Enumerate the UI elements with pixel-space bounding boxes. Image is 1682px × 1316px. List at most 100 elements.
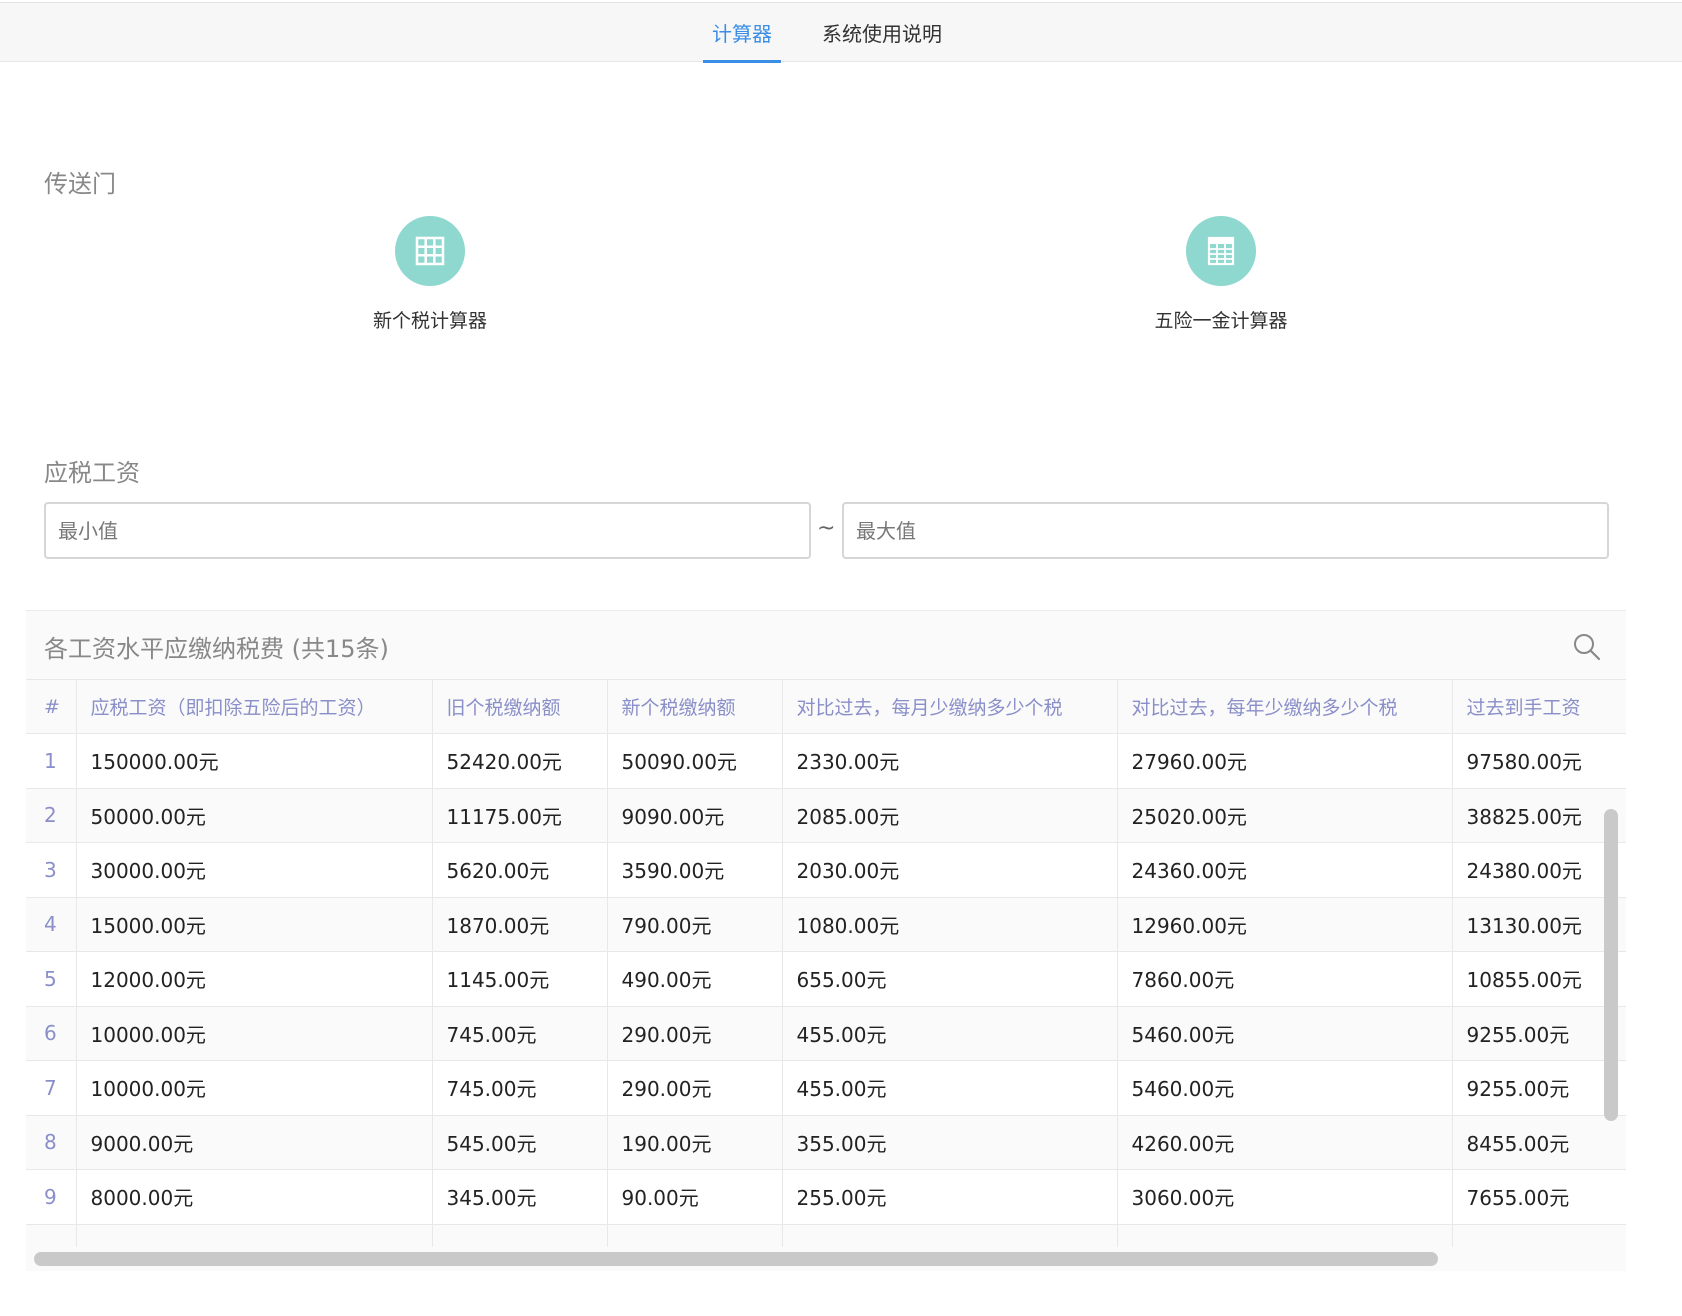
column-header-taxable-salary[interactable]: 应税工资（即扣除五险后的工资） — [76, 679, 433, 734]
horizontal-scrollbar-track — [26, 1247, 1626, 1271]
new-tax-cell — [607, 1224, 783, 1247]
tab-usage-guide[interactable]: 系统使用说明 — [822, 3, 942, 63]
search-icon[interactable] — [1571, 631, 1603, 663]
old-tax-cell: 1145.00元 — [432, 951, 608, 1007]
portal-section-title: 传送门 — [44, 170, 116, 198]
column-header-old-tax[interactable]: 旧个税缴纳额 — [432, 679, 608, 734]
new-tax-cell: 9090.00元 — [607, 788, 783, 843]
min-salary-input[interactable] — [44, 502, 811, 559]
portal-insurance-calculator[interactable]: 五险一金计算器 — [1101, 216, 1341, 333]
monthly-saving-cell: 2330.00元 — [782, 733, 1118, 789]
taxable-salary-cell: 150000.00元 — [76, 733, 433, 789]
monthly-saving-cell — [782, 1224, 1118, 1247]
taxable-salary-cell: 8000.00元 — [76, 1169, 433, 1225]
past-net-salary-cell: 38825.00元 — [1452, 788, 1626, 843]
monthly-saving-cell: 655.00元 — [782, 951, 1118, 1007]
column-header-new-tax[interactable]: 新个税缴纳额 — [607, 679, 783, 734]
row-index: 2 — [26, 788, 77, 843]
row-index: 5 — [26, 951, 77, 1007]
past-net-salary-cell: 13130.00元 — [1452, 897, 1626, 952]
new-tax-cell: 490.00元 — [607, 951, 783, 1007]
max-salary-input[interactable] — [842, 502, 1609, 559]
portal-insurance-calculator-label: 五险一金计算器 — [1154, 310, 1288, 332]
old-tax-cell: 545.00元 — [432, 1115, 608, 1170]
taxable-salary-cell: 10000.00元 — [76, 1006, 433, 1061]
data-table-container: # 应税工资（即扣除五险后的工资） 旧个税缴纳额 新个税缴纳额 对比过去，每月少… — [26, 679, 1626, 1247]
table-row[interactable]: 1 150000.00元 52420.00元 50090.00元 2330.00元 279… — [26, 733, 1626, 789]
table-row[interactable]: 9 8000.00元 345.00元 90.00元 255.00元 3060.00元 765… — [26, 1169, 1626, 1225]
grid-icon — [395, 216, 465, 286]
monthly-saving-cell: 355.00元 — [782, 1115, 1118, 1170]
yearly-saving-cell: 24360.00元 — [1117, 842, 1453, 898]
taxable-salary-cell: 12000.00元 — [76, 951, 433, 1007]
column-header-past-net-salary[interactable]: 过去到手工资 — [1452, 679, 1626, 734]
monthly-saving-cell: 2085.00元 — [782, 788, 1118, 843]
taxable-salary-cell: 50000.00元 — [76, 788, 433, 843]
taxable-salary-title: 应税工资 — [44, 459, 140, 487]
old-tax-cell: 1870.00元 — [432, 897, 608, 952]
new-tax-cell: 790.00元 — [607, 897, 783, 952]
table-row[interactable]: 3 30000.00元 5620.00元 3590.00元 2030.00元 24360.… — [26, 842, 1626, 898]
new-tax-cell: 290.00元 — [607, 1060, 783, 1116]
past-net-salary-cell: 9255.00元 — [1452, 1060, 1626, 1116]
table-body: 1 150000.00元 52420.00元 50090.00元 2330.00元 279… — [26, 733, 1626, 1247]
column-header-monthly-saving[interactable]: 对比过去，每月少缴纳多少个税 — [782, 679, 1118, 734]
monthly-saving-cell: 255.00元 — [782, 1169, 1118, 1225]
column-header-yearly-saving[interactable]: 对比过去，每年少缴纳多少个税 — [1117, 679, 1453, 734]
new-tax-cell: 50090.00元 — [607, 733, 783, 789]
table-row[interactable] — [26, 1224, 1626, 1247]
past-net-salary-cell: 7655.00元 — [1452, 1169, 1626, 1225]
row-index: 9 — [26, 1169, 77, 1225]
column-header-index[interactable]: # — [26, 679, 77, 734]
table-row[interactable]: 6 10000.00元 745.00元 290.00元 455.00元 5460.00元 9… — [26, 1006, 1626, 1061]
taxable-salary-cell: 9000.00元 — [76, 1115, 433, 1170]
table-row[interactable]: 5 12000.00元 1145.00元 490.00元 655.00元 7860.00元… — [26, 951, 1626, 1007]
past-net-salary-cell — [1452, 1224, 1626, 1247]
tax-data-table: # 应税工资（即扣除五险后的工资） 旧个税缴纳额 新个税缴纳额 对比过去，每月少… — [26, 679, 1626, 1247]
old-tax-cell: 11175.00元 — [432, 788, 608, 843]
taxable-salary-cell: 10000.00元 — [76, 1060, 433, 1116]
tax-table-panel: 各工资水平应缴纳税费 (共15条) # 应税工资（即扣除五险后的工资） 旧个税缴… — [26, 610, 1626, 1271]
taxable-salary-cell: 15000.00元 — [76, 897, 433, 952]
table-row[interactable]: 2 50000.00元 11175.00元 9090.00元 2085.00元 25020… — [26, 788, 1626, 843]
monthly-saving-cell: 455.00元 — [782, 1006, 1118, 1061]
tab-calculator[interactable]: 计算器 — [703, 3, 781, 63]
yearly-saving-cell: 7860.00元 — [1117, 951, 1453, 1007]
past-net-salary-cell: 24380.00元 — [1452, 842, 1626, 898]
past-net-salary-cell: 97580.00元 — [1452, 733, 1626, 789]
row-index: 8 — [26, 1115, 77, 1170]
old-tax-cell — [432, 1224, 608, 1247]
new-tax-cell: 290.00元 — [607, 1006, 783, 1061]
table-row[interactable]: 4 15000.00元 1870.00元 790.00元 1080.00元 12960.0… — [26, 897, 1626, 952]
taxable-salary-cell — [76, 1224, 433, 1247]
portal-tax-calculator-label: 新个税计算器 — [372, 310, 487, 332]
old-tax-cell: 5620.00元 — [432, 842, 608, 898]
yearly-saving-cell — [1117, 1224, 1453, 1247]
table-header-row: # 应税工资（即扣除五险后的工资） 旧个税缴纳额 新个税缴纳额 对比过去，每月少… — [26, 679, 1626, 734]
table-title: 各工资水平应缴纳税费 (共15条) — [44, 635, 389, 663]
monthly-saving-cell: 455.00元 — [782, 1060, 1118, 1116]
row-index: 7 — [26, 1060, 77, 1116]
horizontal-scrollbar[interactable] — [34, 1252, 1438, 1266]
top-nav: 计算器 系统使用说明 — [0, 2, 1682, 63]
yearly-saving-cell: 3060.00元 — [1117, 1169, 1453, 1225]
monthly-saving-cell: 2030.00元 — [782, 842, 1118, 898]
monthly-saving-cell: 1080.00元 — [782, 897, 1118, 952]
yearly-saving-cell: 5460.00元 — [1117, 1060, 1453, 1116]
new-tax-cell: 190.00元 — [607, 1115, 783, 1170]
old-tax-cell: 345.00元 — [432, 1169, 608, 1225]
row-index: 4 — [26, 897, 77, 952]
table-row[interactable]: 7 10000.00元 745.00元 290.00元 455.00元 5460.00元 9… — [26, 1060, 1626, 1116]
table-row[interactable]: 8 9000.00元 545.00元 190.00元 355.00元 4260.00元 84… — [26, 1115, 1626, 1170]
yearly-saving-cell: 12960.00元 — [1117, 897, 1453, 952]
new-tax-cell: 90.00元 — [607, 1169, 783, 1225]
vertical-scrollbar[interactable] — [1604, 809, 1618, 1121]
yearly-saving-cell: 5460.00元 — [1117, 1006, 1453, 1061]
portal-tax-calculator[interactable]: 新个税计算器 — [310, 216, 550, 333]
yearly-saving-cell: 25020.00元 — [1117, 788, 1453, 843]
old-tax-cell: 52420.00元 — [432, 733, 608, 789]
new-tax-cell: 3590.00元 — [607, 842, 783, 898]
row-index: 1 — [26, 733, 77, 789]
taxable-salary-cell: 30000.00元 — [76, 842, 433, 898]
row-index — [26, 1224, 77, 1247]
